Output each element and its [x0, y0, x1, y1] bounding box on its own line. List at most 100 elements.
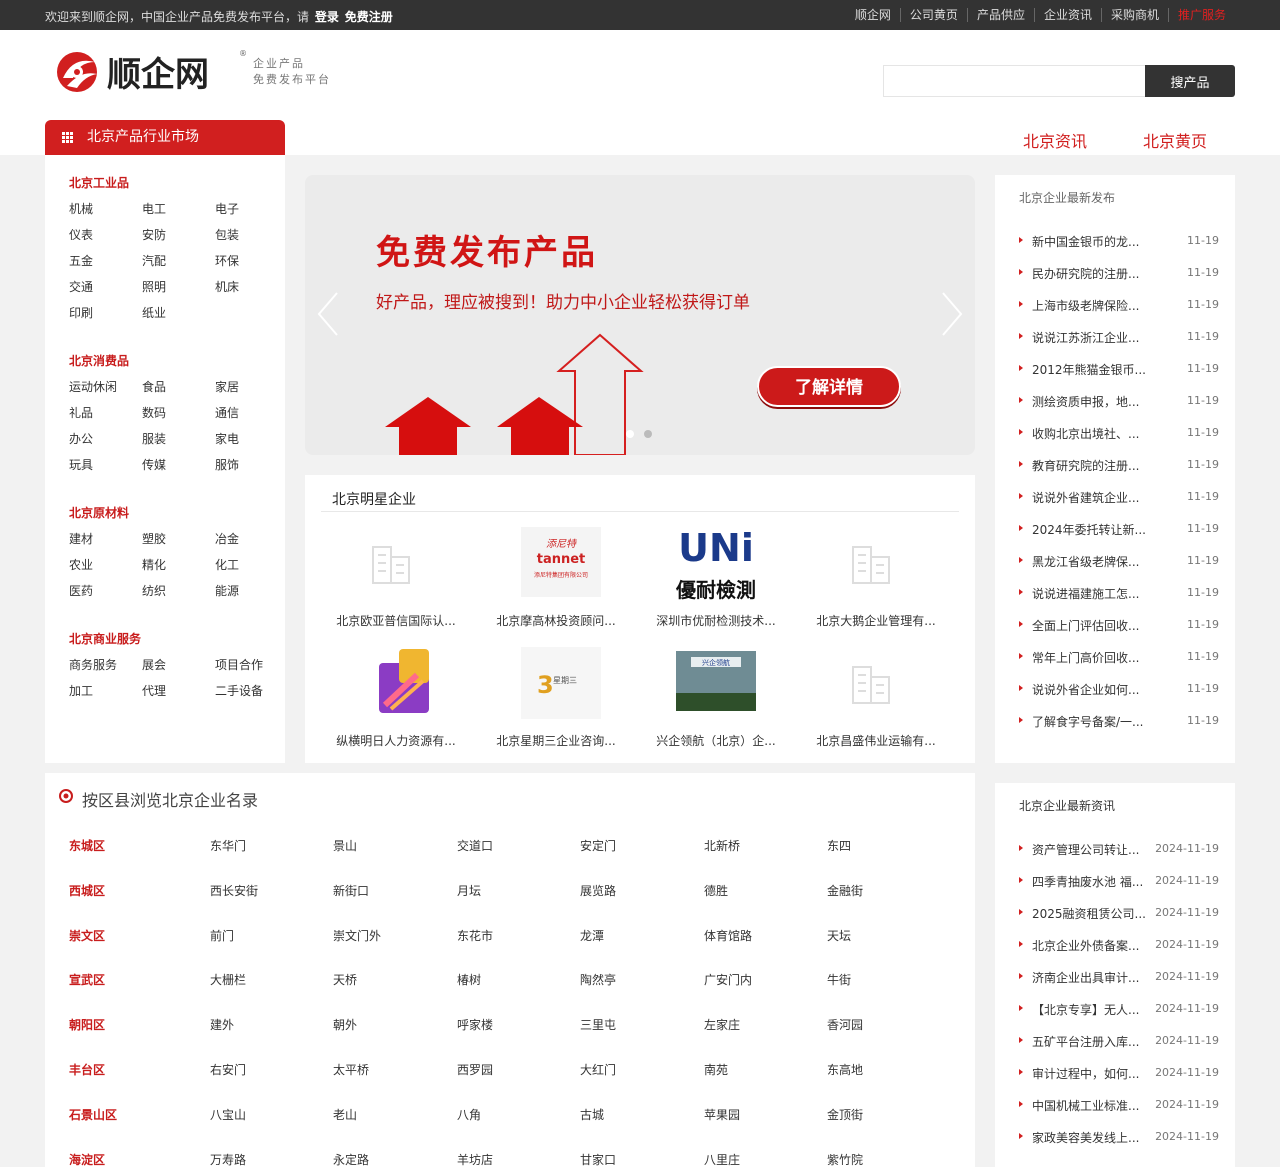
category-item[interactable]: 传媒 — [142, 457, 215, 473]
subdistrict-link[interactable]: 羊坊店 — [457, 1151, 493, 1167]
company-card[interactable]: 3 星期三 北京星期三企业咨询... — [481, 641, 631, 749]
subdistrict-link[interactable]: 交道口 — [457, 837, 493, 854]
subdistrict-link[interactable]: 西罗园 — [457, 1061, 493, 1078]
category-item[interactable]: 农业 — [69, 557, 142, 573]
list-item[interactable]: 2024年委托转让新... 11-19 — [1019, 513, 1219, 545]
category-item[interactable]: 环保 — [215, 253, 279, 269]
subdistrict-link[interactable]: 景山 — [333, 837, 357, 854]
list-item[interactable]: 济南企业出具审计... 2024-11-19 — [1019, 961, 1219, 993]
subdistrict-link[interactable]: 东华门 — [210, 837, 246, 854]
district-link[interactable]: 海淀区 — [69, 1151, 105, 1167]
subdistrict-link[interactable]: 紫竹院 — [827, 1151, 863, 1167]
search-input[interactable] — [883, 65, 1145, 97]
category-item[interactable]: 汽配 — [142, 253, 215, 269]
category-item[interactable]: 项目合作 — [215, 657, 279, 673]
district-link[interactable]: 东城区 — [69, 837, 105, 854]
list-item[interactable]: 说说江苏浙江企业... 11-19 — [1019, 321, 1219, 353]
list-item-title[interactable]: 说说进福建施工怎... — [1032, 585, 1139, 602]
subdistrict-link[interactable]: 八宝山 — [210, 1106, 246, 1123]
subdistrict-link[interactable]: 右安门 — [210, 1061, 246, 1078]
top-nav-purchasing[interactable]: 采购商机 — [1100, 8, 1168, 22]
category-item[interactable]: 数码 — [142, 405, 215, 421]
category-item[interactable]: 二手设备 — [215, 683, 279, 699]
category-item[interactable]: 家居 — [215, 379, 279, 395]
list-item[interactable]: 全面上门评估回收... 11-19 — [1019, 609, 1219, 641]
subdistrict-link[interactable]: 东四 — [827, 837, 851, 854]
category-item[interactable]: 办公 — [69, 431, 142, 447]
list-item-title[interactable]: 五矿平台注册入库... — [1032, 1033, 1139, 1050]
company-name[interactable]: 北京星期三企业咨询... — [481, 732, 631, 749]
category-item[interactable]: 家电 — [215, 431, 279, 447]
subdistrict-link[interactable]: 甘家口 — [580, 1151, 616, 1167]
category-item[interactable]: 礼品 — [69, 405, 142, 421]
company-name[interactable]: 深圳市优耐检测技术... — [641, 612, 791, 629]
category-item[interactable]: 机械 — [69, 201, 142, 217]
subdistrict-link[interactable]: 老山 — [333, 1106, 357, 1123]
subdistrict-link[interactable]: 德胜 — [704, 882, 728, 899]
subdistrict-link[interactable]: 三里屯 — [580, 1016, 616, 1033]
carousel-dot[interactable] — [644, 430, 652, 438]
list-item[interactable]: 新中国金银币的龙... 11-19 — [1019, 225, 1219, 257]
subdistrict-link[interactable]: 东高地 — [827, 1061, 863, 1078]
list-item-title[interactable]: 上海市级老牌保险... — [1032, 297, 1139, 314]
category-item[interactable]: 包装 — [215, 227, 279, 243]
list-item-title[interactable]: 资产管理公司转让... — [1032, 841, 1139, 858]
list-item-title[interactable]: 【北京专享】无人... — [1032, 1001, 1139, 1018]
list-item[interactable]: 了解食字号备案/一... 11-19 — [1019, 705, 1219, 737]
subdistrict-link[interactable]: 八里庄 — [704, 1151, 740, 1167]
list-item-title[interactable]: 审计过程中，如何... — [1032, 1065, 1139, 1082]
list-item[interactable]: 2025融资租赁公司... 2024-11-19 — [1019, 897, 1219, 929]
company-name[interactable]: 兴企领航（北京）企... — [641, 732, 791, 749]
chevron-right-icon[interactable] — [937, 289, 967, 339]
company-name[interactable]: 北京欧亚普信国际认... — [321, 612, 471, 629]
category-item[interactable]: 玩具 — [69, 457, 142, 473]
company-name[interactable]: 北京大鹅企业管理有... — [801, 612, 951, 629]
subdistrict-link[interactable]: 展览路 — [580, 882, 616, 899]
list-item[interactable]: 【北京专享】无人... 2024-11-19 — [1019, 993, 1219, 1025]
list-item-title[interactable]: 收购北京出境社、... — [1032, 425, 1139, 442]
register-link[interactable]: 免费注册 — [345, 10, 393, 24]
subdistrict-link[interactable]: 体育馆路 — [704, 927, 752, 944]
list-item-title[interactable]: 济南企业出具审计... — [1032, 969, 1139, 986]
subdistrict-link[interactable]: 天桥 — [333, 971, 357, 988]
category-item[interactable]: 仪表 — [69, 227, 142, 243]
company-card[interactable]: 纵横明日人力资源有... — [321, 641, 471, 749]
category-item[interactable]: 电子 — [215, 201, 279, 217]
subdistrict-link[interactable]: 万寿路 — [210, 1151, 246, 1167]
subdistrict-link[interactable]: 月坛 — [457, 882, 481, 899]
subdistrict-link[interactable]: 陶然亭 — [580, 971, 616, 988]
list-item-title[interactable]: 新中国金银币的龙... — [1032, 233, 1139, 250]
list-item[interactable]: 2012年熊猫金银币... 11-19 — [1019, 353, 1219, 385]
district-link[interactable]: 西城区 — [69, 882, 105, 899]
tab-news[interactable]: 北京资讯 — [1023, 128, 1087, 152]
list-item[interactable]: 说说进福建施工怎... 11-19 — [1019, 577, 1219, 609]
top-nav-promotion[interactable]: 推广服务 — [1167, 8, 1235, 22]
category-item[interactable]: 建材 — [69, 531, 142, 547]
company-card[interactable]: 北京欧亚普信国际认... — [321, 521, 471, 629]
list-item-title[interactable]: 北京企业外债备案... — [1032, 937, 1139, 954]
category-item[interactable]: 交通 — [69, 279, 142, 295]
company-card[interactable]: 北京昌盛伟业运输有... — [801, 641, 951, 749]
subdistrict-link[interactable]: 香河园 — [827, 1016, 863, 1033]
list-item[interactable]: 北京企业外债备案... 2024-11-19 — [1019, 929, 1219, 961]
category-item[interactable]: 纸业 — [142, 305, 215, 321]
subdistrict-link[interactable]: 椿树 — [457, 971, 481, 988]
list-item-title[interactable]: 2025融资租赁公司... — [1032, 905, 1146, 922]
district-link[interactable]: 石景山区 — [69, 1106, 117, 1123]
list-item[interactable]: 四季青抽废水池 福... 2024-11-19 — [1019, 865, 1219, 897]
promo-banner[interactable]: 免费发布产品 好产品，理应被搜到！助力中小企业轻松获得订单 了解详情 — [305, 175, 975, 455]
list-item[interactable]: 说说外省企业如何... 11-19 — [1019, 673, 1219, 705]
subdistrict-link[interactable]: 永定路 — [333, 1151, 369, 1167]
category-group-title[interactable]: 北京原材料 — [69, 505, 279, 531]
category-group-title[interactable]: 北京商业服务 — [69, 631, 279, 657]
list-item[interactable]: 教育研究院的注册... 11-19 — [1019, 449, 1219, 481]
category-item[interactable]: 食品 — [142, 379, 215, 395]
category-item[interactable]: 服饰 — [215, 457, 279, 473]
list-item-title[interactable]: 2012年熊猫金银币... — [1032, 361, 1146, 378]
carousel-dot[interactable] — [626, 430, 634, 438]
category-group-title[interactable]: 北京工业品 — [69, 175, 279, 201]
subdistrict-link[interactable]: 广安门内 — [704, 971, 752, 988]
list-item[interactable]: 黑龙江省级老牌保... 11-19 — [1019, 545, 1219, 577]
list-item[interactable]: 五矿平台注册入库... 2024-11-19 — [1019, 1025, 1219, 1057]
top-nav-news[interactable]: 企业资讯 — [1033, 8, 1101, 22]
